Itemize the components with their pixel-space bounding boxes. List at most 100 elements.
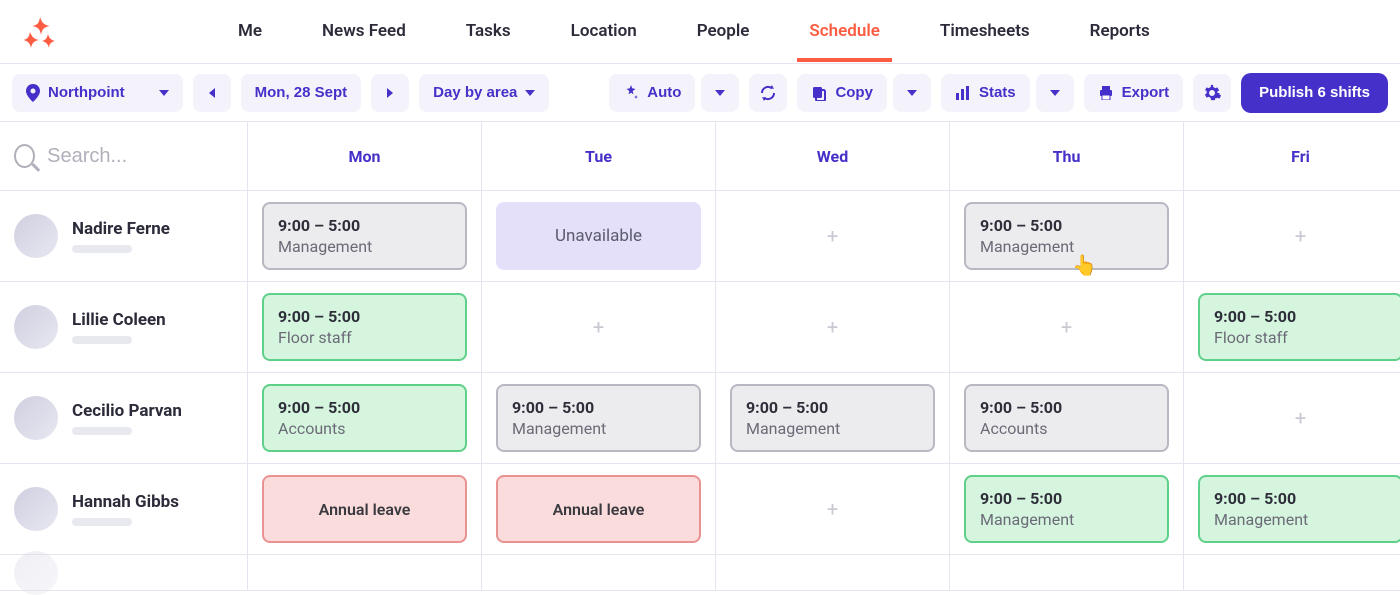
- shift-area: Accounts: [278, 419, 451, 438]
- schedule-cell: 9:00 – 5:00Management: [482, 373, 716, 463]
- shift-card[interactable]: 9:00 – 5:00Management: [964, 202, 1169, 270]
- shift-card[interactable]: 9:00 – 5:00 Floor staff: [262, 293, 467, 361]
- stats-button[interactable]: Stats: [941, 74, 1030, 112]
- person-cell[interactable]: Lillie Coleen: [0, 282, 248, 372]
- export-button[interactable]: Export: [1084, 74, 1184, 112]
- copy-menu-button[interactable]: [893, 74, 931, 112]
- sparkle-icon: [623, 85, 639, 101]
- schedule-cell: +: [482, 282, 716, 372]
- chevron-left-icon: [209, 88, 215, 98]
- shift-area: Floor staff: [278, 328, 451, 347]
- nav-item-reports[interactable]: Reports: [1060, 3, 1180, 61]
- avatar: [14, 214, 58, 258]
- add-shift-button[interactable]: +: [1292, 227, 1310, 245]
- person-name: Nadire Ferne: [72, 219, 170, 239]
- location-picker[interactable]: Northpoint: [12, 74, 183, 112]
- view-label: Day by area: [433, 84, 517, 101]
- person-row: Cecilio Parvan9:00 – 5:00Accounts9:00 – …: [0, 373, 1400, 464]
- day-label: Tue: [585, 147, 612, 166]
- shift-card[interactable]: 9:00 – 5:00Management: [496, 384, 701, 452]
- shift-time: 9:00 – 5:00: [1214, 307, 1387, 326]
- refresh-button[interactable]: [749, 74, 787, 112]
- block-label: Annual leave: [319, 500, 411, 519]
- schedule-grid: Mon Tue Wed Thu Fri Nadire Ferne9:00 – 5…: [0, 122, 1400, 591]
- nav-item-timesheets[interactable]: Timesheets: [910, 3, 1060, 61]
- day-header: Mon: [248, 122, 482, 190]
- chevron-down-icon: [1050, 90, 1060, 96]
- schedule-cell: +: [950, 282, 1184, 372]
- person-cell[interactable]: Nadire Ferne: [0, 191, 248, 281]
- date-prev-button[interactable]: [193, 74, 231, 112]
- settings-button[interactable]: [1193, 74, 1231, 112]
- schedule-cell: Unavailable: [482, 191, 716, 281]
- add-shift-button[interactable]: +: [1058, 318, 1076, 336]
- schedule-cell: 9:00 – 5:00 Floor staff: [1184, 282, 1400, 372]
- add-shift-button[interactable]: +: [590, 318, 608, 336]
- copy-icon: [811, 85, 827, 101]
- schedule-cell: 9:00 – 5:00Management: [248, 191, 482, 281]
- auto-menu-button[interactable]: [701, 74, 739, 112]
- nav-item-me[interactable]: Me: [208, 3, 292, 61]
- search-input[interactable]: [45, 144, 233, 169]
- app-logo[interactable]: [22, 14, 58, 50]
- shift-card[interactable]: 9:00 – 5:00Management: [262, 202, 467, 270]
- nav-item-location[interactable]: Location: [541, 3, 667, 61]
- add-shift-button[interactable]: +: [824, 318, 842, 336]
- stats-menu-button[interactable]: [1036, 74, 1074, 112]
- shift-area: Floor staff: [1214, 328, 1387, 347]
- nav-item-news-feed[interactable]: News Feed: [292, 3, 436, 61]
- person-cell[interactable]: Hannah Gibbs: [0, 464, 248, 554]
- person-subline: [72, 427, 132, 435]
- chevron-down-icon: [907, 90, 917, 96]
- shift-card[interactable]: 9:00 – 5:00Management: [730, 384, 935, 452]
- printer-icon: [1098, 86, 1114, 100]
- copy-label: Copy: [835, 84, 873, 101]
- shift-time: 9:00 – 5:00: [980, 216, 1153, 235]
- schedule-cell: +: [716, 282, 950, 372]
- person-cell[interactable]: Cecilio Parvan: [0, 373, 248, 463]
- view-switcher[interactable]: Day by area: [419, 74, 549, 112]
- shift-time: 9:00 – 5:00: [278, 307, 451, 326]
- schedule-cell: 9:00 – 5:00Management: [1184, 464, 1400, 554]
- shift-area: Management: [512, 419, 685, 438]
- chevron-down-icon: [159, 90, 169, 96]
- auto-button[interactable]: Auto: [609, 74, 695, 112]
- leave-block[interactable]: Annual leave: [262, 475, 467, 543]
- schedule-cell: [482, 555, 716, 590]
- shift-card[interactable]: 9:00 – 5:00 Floor staff: [1198, 293, 1400, 361]
- publish-button[interactable]: Publish 6 shifts: [1241, 73, 1388, 113]
- person-subline: [72, 245, 132, 253]
- shift-card[interactable]: 9:00 – 5:00Management: [964, 475, 1169, 543]
- avatar: [14, 396, 58, 440]
- schedule-cell: 9:00 – 5:00Management👆: [950, 191, 1184, 281]
- person-name: Lillie Coleen: [72, 310, 166, 330]
- person-row: Lillie Coleen 9:00 – 5:00 Floor staff + + +9:…: [0, 282, 1400, 373]
- unavailable-block[interactable]: Unavailable: [496, 202, 701, 270]
- add-shift-button[interactable]: +: [824, 227, 842, 245]
- add-shift-button[interactable]: +: [1292, 409, 1310, 427]
- shift-card[interactable]: 9:00 – 5:00Accounts: [262, 384, 467, 452]
- shift-time: 9:00 – 5:00: [278, 216, 451, 235]
- day-label: Thu: [1053, 147, 1081, 166]
- shift-card[interactable]: 9:00 – 5:00Management: [1198, 475, 1400, 543]
- search-cell: [0, 122, 248, 190]
- nav-item-people[interactable]: People: [667, 3, 780, 61]
- shift-time: 9:00 – 5:00: [980, 489, 1153, 508]
- shift-card[interactable]: 9:00 – 5:00Accounts: [964, 384, 1169, 452]
- leave-block[interactable]: Annual leave: [496, 475, 701, 543]
- date-picker[interactable]: Mon, 28 Sept: [241, 74, 362, 112]
- nav-item-schedule[interactable]: Schedule: [779, 3, 910, 61]
- nav-item-tasks[interactable]: Tasks: [436, 3, 541, 61]
- day-header: Tue: [482, 122, 716, 190]
- block-label: Annual leave: [553, 500, 645, 519]
- person-cell[interactable]: [0, 555, 248, 590]
- schedule-cell: +: [716, 464, 950, 554]
- add-shift-button[interactable]: +: [824, 500, 842, 518]
- schedule-cell: +: [1184, 373, 1400, 463]
- copy-button[interactable]: Copy: [797, 74, 887, 112]
- schedule-cell: 9:00 – 5:00Accounts: [950, 373, 1184, 463]
- date-next-button[interactable]: [371, 74, 409, 112]
- shift-time: 9:00 – 5:00: [980, 398, 1153, 417]
- publish-label: Publish 6 shifts: [1259, 84, 1370, 101]
- bar-chart-icon: [955, 85, 971, 101]
